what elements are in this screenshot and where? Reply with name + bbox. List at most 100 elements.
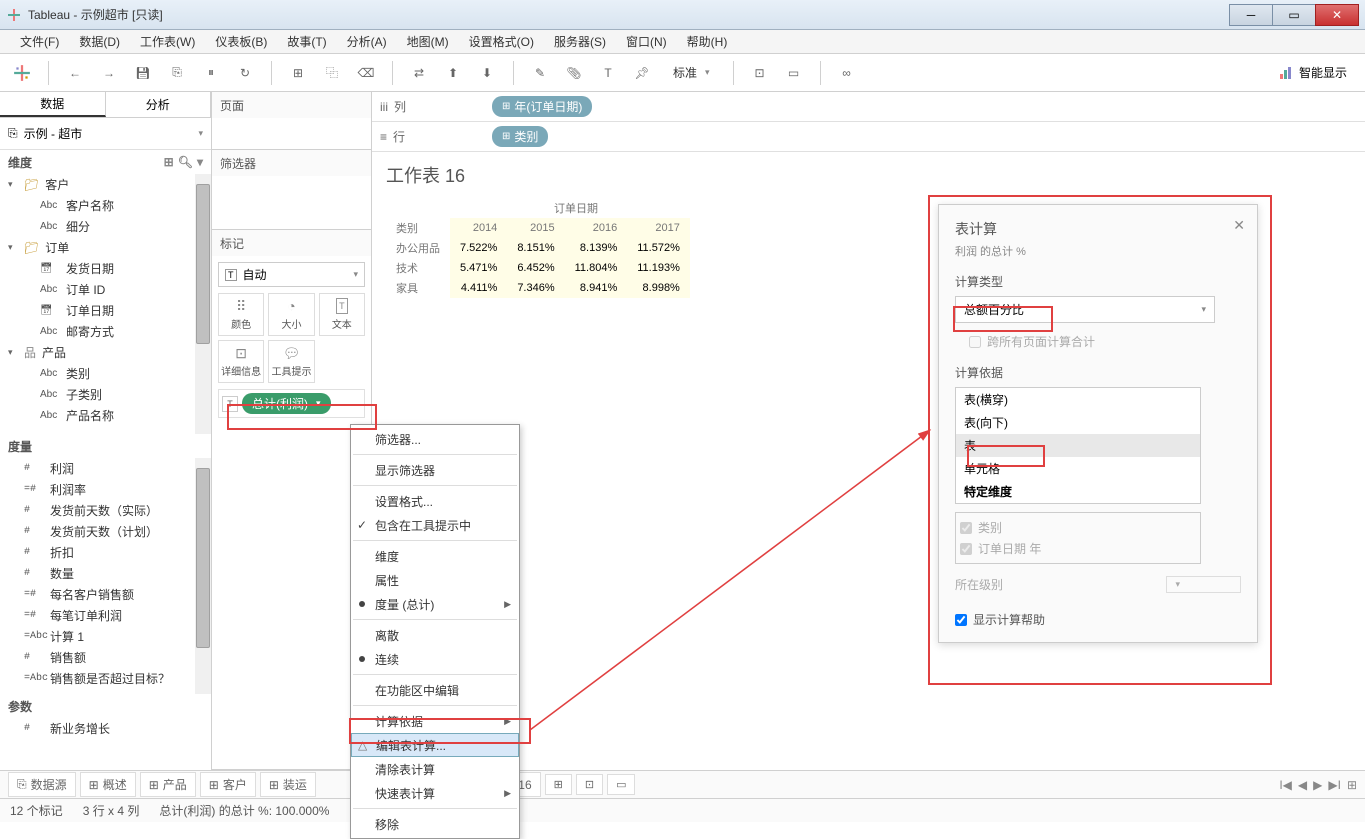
field-sales-per-customer[interactable]: =#每名客户销售额 (0, 584, 211, 605)
share-button[interactable]: ∞ (835, 61, 859, 85)
marks-size[interactable]: ◔大小 (268, 293, 314, 336)
field-subcategory[interactable]: Abc子类别 (0, 384, 211, 405)
menu-file[interactable]: 文件(F) (10, 30, 69, 53)
show-cards-button[interactable]: ⊡ (748, 61, 772, 85)
new-worksheet-button[interactable]: ⊞ (286, 61, 310, 85)
field-ship-date[interactable]: 📅︎发货日期 (0, 258, 211, 279)
marks-tooltip[interactable]: 💬︎工具提示 (268, 340, 314, 383)
datasource-selector[interactable]: ⎘ 示例 - 超市 ▾ (0, 118, 211, 150)
param-new-business[interactable]: #新业务增长 (0, 718, 211, 739)
field-calc1[interactable]: =Abc计算 1 (0, 626, 211, 647)
menu-story[interactable]: 故事(T) (277, 30, 336, 53)
cm-quick-table-calc[interactable]: 快速表计算▶ (351, 781, 519, 805)
duplicate-button[interactable]: ⿻ (320, 61, 344, 85)
highlight-button[interactable]: ✎ (528, 61, 552, 85)
dim-category[interactable]: 类别 (960, 517, 1196, 538)
label-button[interactable]: T (596, 61, 620, 85)
marks-text-pill-row[interactable]: T 总计(利润)▾ (218, 389, 365, 418)
group-button[interactable]: 📎︎ (562, 61, 586, 85)
lb-specific-dims[interactable]: 特定维度 (956, 480, 1200, 503)
data-tab[interactable]: 数据 (0, 92, 106, 117)
field-ship-mode[interactable]: Abc邮寄方式 (0, 321, 211, 342)
swap-button[interactable]: ⇄ (407, 61, 431, 85)
field-days-actual[interactable]: #发货前天数（实际） (0, 500, 211, 521)
field-sales-target[interactable]: =Abc销售额是否超过目标？ (0, 668, 211, 689)
menu-server[interactable]: 服务器(S) (544, 30, 616, 53)
refresh-button[interactable]: ↻ (233, 61, 257, 85)
dim-order-date-year[interactable]: 订单日期 年 (960, 538, 1196, 559)
calc-type-select[interactable]: 总额百分比▾ (955, 296, 1215, 323)
show-me-button[interactable]: 智能显示 (1271, 62, 1355, 83)
menu-window[interactable]: 窗口(N) (616, 30, 677, 53)
field-profit-ratio[interactable]: =#利润率 (0, 479, 211, 500)
datasource-tab[interactable]: ⎘数据源 (8, 772, 76, 797)
tab-product[interactable]: ⊞产品 (140, 772, 196, 797)
measures-scrollbar[interactable] (195, 458, 211, 694)
fit-dropdown[interactable]: 标准 ▾ (664, 61, 719, 84)
profit-sum-pill[interactable]: 总计(利润)▾ (242, 393, 331, 414)
columns-pill-year[interactable]: ⊞年(订单日期) (492, 96, 592, 117)
menu-map[interactable]: 地图(M) (397, 30, 459, 53)
lb-cell[interactable]: 单元格 (956, 457, 1200, 480)
view-toggle-icon[interactable]: ⊞ (164, 155, 174, 169)
marks-color[interactable]: ⠿颜色 (218, 293, 264, 336)
minimize-button[interactable]: ─ (1229, 4, 1273, 26)
field-profit[interactable]: #利润 (0, 458, 211, 479)
clear-button[interactable]: ⌫ (354, 61, 378, 85)
lb-table[interactable]: 表 (956, 434, 1200, 457)
sort-asc-button[interactable]: ⬆ (441, 61, 465, 85)
marks-detail[interactable]: ⊡详细信息 (218, 340, 264, 383)
save-button[interactable]: 💾︎ (131, 61, 155, 85)
menu-analysis[interactable]: 分析(A) (337, 30, 397, 53)
new-worksheet-tab[interactable]: ⊞ (545, 774, 572, 795)
cm-include-tooltip[interactable]: ✓包含在工具提示中 (351, 513, 519, 537)
field-segment[interactable]: Abc细分 (0, 216, 211, 237)
sort-desc-button[interactable]: ⬇ (475, 61, 499, 85)
tab-first-icon[interactable]: I◀ (1279, 778, 1292, 792)
maximize-button[interactable]: ▭ (1272, 4, 1316, 26)
lb-table-down[interactable]: 表(向下) (956, 411, 1200, 434)
field-customer-name[interactable]: Abc客户名称 (0, 195, 211, 216)
new-dashboard-tab[interactable]: ⊡ (576, 774, 603, 795)
menu-data[interactable]: 数据(D) (69, 30, 130, 53)
presentation-button[interactable]: ▭ (782, 61, 806, 85)
cm-dimension[interactable]: 维度 (351, 544, 519, 568)
menu-icon[interactable]: ▾ (197, 155, 203, 169)
tableau-icon[interactable] (10, 61, 34, 85)
folder-order[interactable]: ▾📁︎订单 (0, 237, 211, 258)
tab-last-icon[interactable]: ▶I (1328, 778, 1341, 792)
pages-shelf[interactable]: 页面 (212, 92, 371, 118)
pin-button[interactable]: 📌︎ (630, 61, 654, 85)
marks-type-dropdown[interactable]: T 自动▾ (218, 262, 365, 287)
pause-button[interactable]: ⏸ (199, 61, 223, 85)
field-profit-per-order[interactable]: =#每笔订单利润 (0, 605, 211, 626)
cm-edit-table-calc[interactable]: △编辑表计算... (351, 733, 519, 757)
compute-using-listbox[interactable]: 表(横穿) 表(向下) 表 单元格 特定维度 (955, 387, 1201, 504)
show-calc-help-checkbox[interactable]: 显示计算帮助 (955, 611, 1241, 628)
cm-format[interactable]: 设置格式... (351, 489, 519, 513)
forward-button[interactable]: → (97, 61, 121, 85)
back-button[interactable]: ← (63, 61, 87, 85)
field-product-name[interactable]: Abc产品名称 (0, 405, 211, 426)
dialog-close-button[interactable]: ✕ (1233, 217, 1245, 234)
cm-remove[interactable]: 移除 (351, 812, 519, 836)
field-days-scheduled[interactable]: #发货前天数（计划） (0, 521, 211, 542)
sheet-title[interactable]: 工作表 16 (372, 152, 1365, 198)
tab-customer[interactable]: ⊞客户 (200, 772, 256, 797)
tab-next-icon[interactable]: ▶ (1313, 778, 1322, 792)
analysis-tab[interactable]: 分析 (106, 92, 212, 117)
menu-worksheet[interactable]: 工作表(W) (130, 30, 205, 53)
tab-shipping[interactable]: ⊞装运 (260, 772, 316, 797)
folder-product[interactable]: ▾品产品 (0, 342, 211, 363)
cm-measure-agg[interactable]: 度量 (总计)▶ (351, 592, 519, 616)
folder-customer[interactable]: ▾📁︎客户 (0, 174, 211, 195)
rows-pill-category[interactable]: ⊞类别 (492, 126, 548, 147)
tab-prev-icon[interactable]: ◀ (1298, 778, 1307, 792)
tab-overview[interactable]: ⊞概述 (80, 772, 136, 797)
field-sales[interactable]: #销售额 (0, 647, 211, 668)
cm-edit-in-shelf[interactable]: 在功能区中编辑 (351, 678, 519, 702)
field-order-id[interactable]: Abc订单 ID (0, 279, 211, 300)
sum-across-pages-checkbox[interactable]: 跨所有页面计算合计 (969, 333, 1241, 350)
cm-attribute[interactable]: 属性 (351, 568, 519, 592)
cm-clear-table-calc[interactable]: 清除表计算 (351, 757, 519, 781)
